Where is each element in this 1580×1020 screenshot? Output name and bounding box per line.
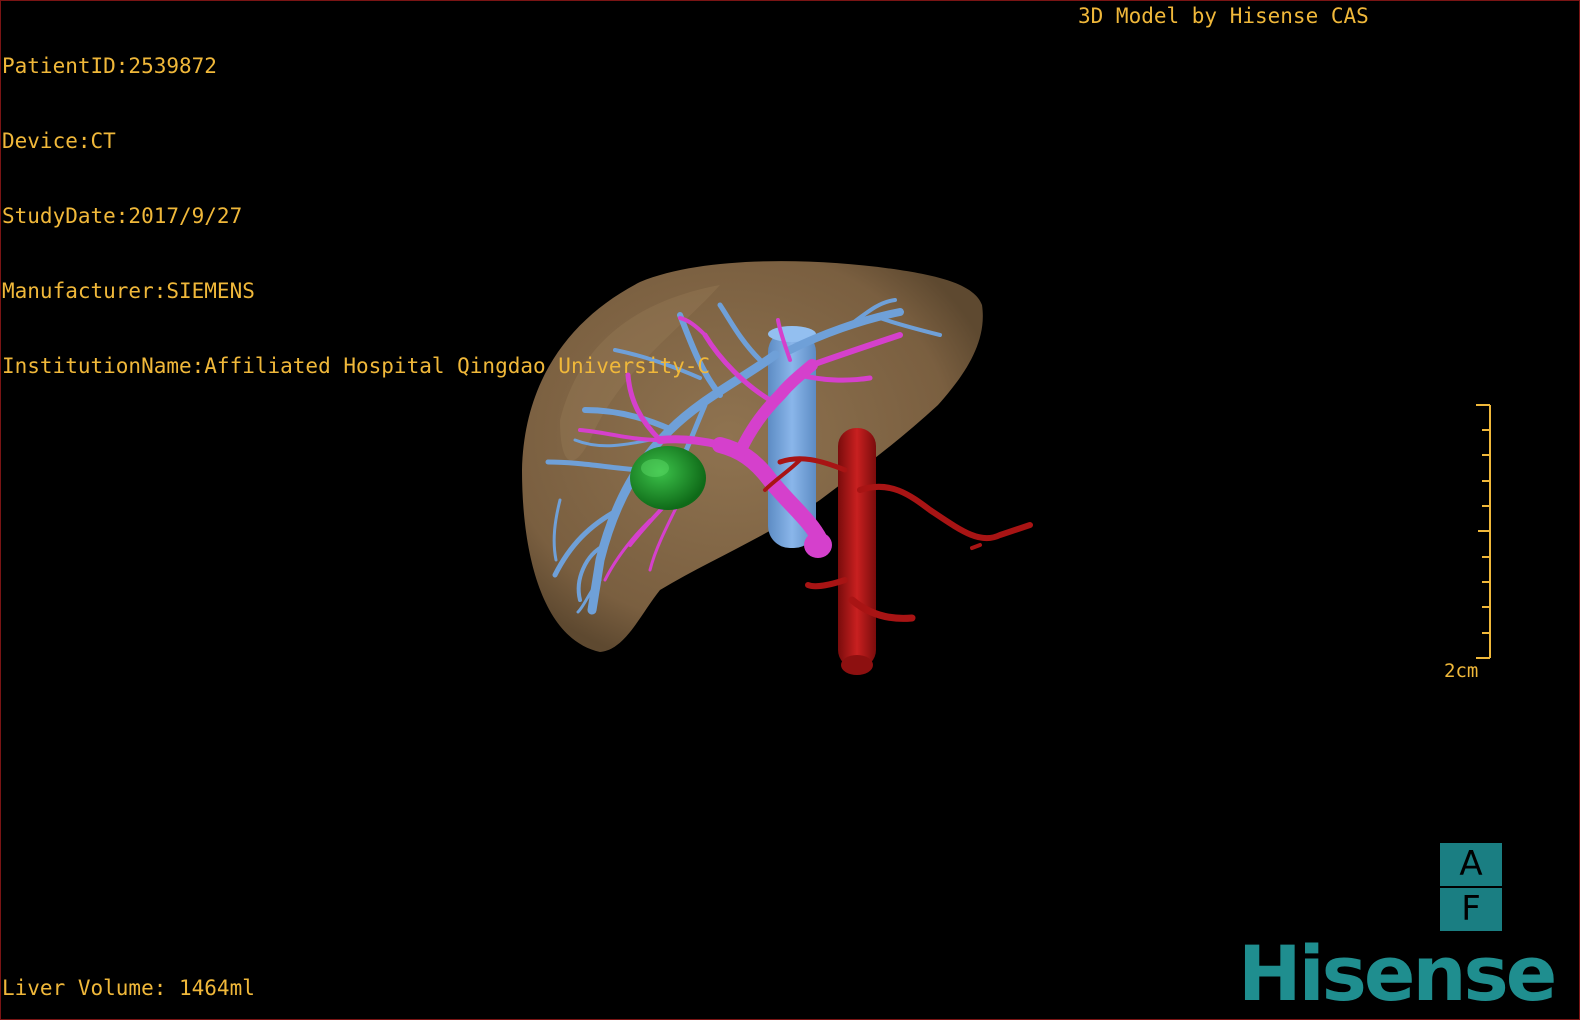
hisense-logo: Hisense — [1238, 929, 1557, 1018]
model-title: 3D Model by Hisense CAS — [1078, 4, 1369, 28]
scale-bar — [1476, 404, 1491, 659]
orientation-top-label[interactable]: A — [1440, 843, 1502, 886]
liver-volume: Liver Volume: 1464ml — [2, 976, 255, 1000]
tumor-model — [630, 446, 706, 510]
patient-id: PatientID:2539872 — [2, 54, 217, 78]
device: Device:CT — [2, 129, 116, 153]
manufacturer: Manufacturer:SIEMENS — [2, 279, 255, 303]
orientation-cube[interactable]: A F — [1440, 843, 1502, 931]
portal-vein-trunk-end — [804, 532, 832, 558]
study-date: StudyDate:2017/9/27 — [2, 204, 243, 228]
orientation-bottom-label[interactable]: F — [1440, 888, 1502, 931]
scale-bar-label: 2cm — [1444, 660, 1479, 682]
institution-name: InstitutionName:Affiliated Hospital Qing… — [2, 354, 711, 378]
patient-info-overlay: PatientID:2539872 Device:CT StudyDate:20… — [2, 4, 710, 404]
